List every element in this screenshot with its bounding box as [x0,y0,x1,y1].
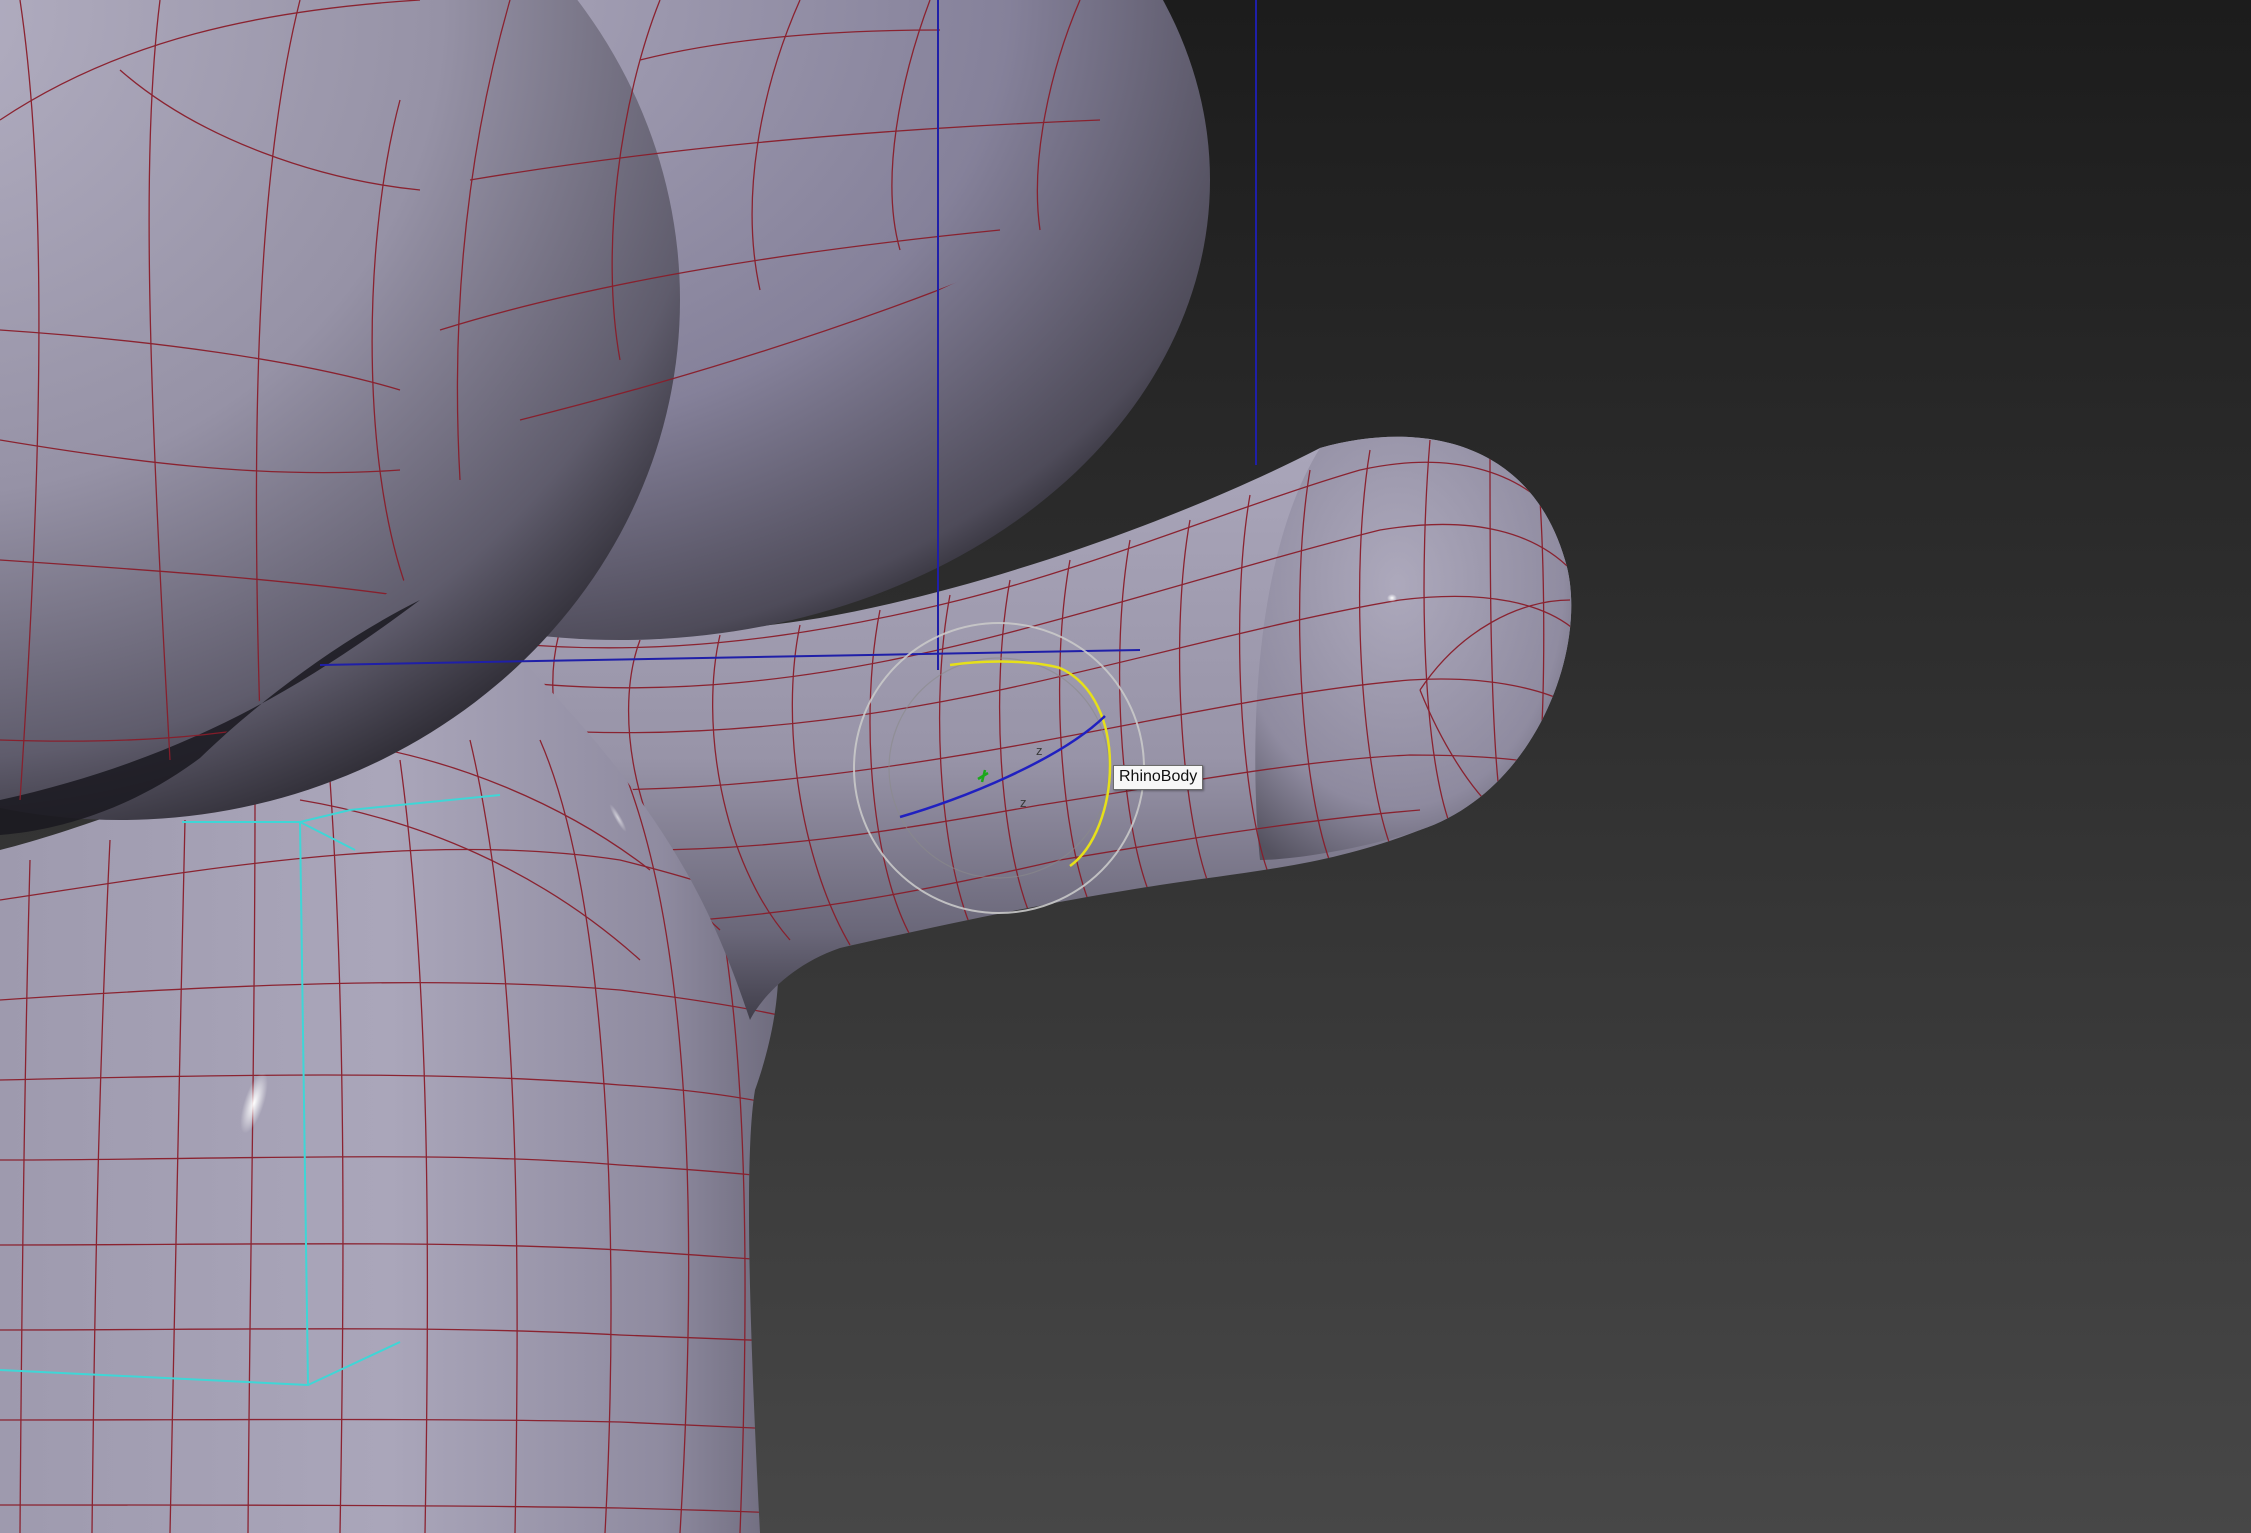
3d-viewport[interactable]: z z RhinoBody [0,0,2251,1533]
gizmo-axis-label: z [1036,743,1043,758]
hand-specular [1387,594,1397,602]
object-name-tooltip: RhinoBody [1113,765,1204,790]
gizmo-axis-label: z [1020,795,1027,810]
